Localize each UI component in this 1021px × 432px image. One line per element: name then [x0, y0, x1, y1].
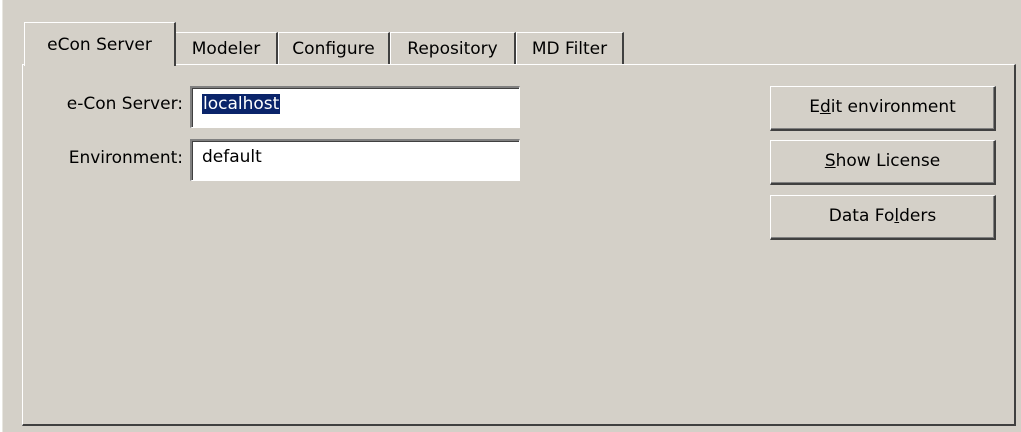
tab-modeler[interactable]: Modeler — [175, 32, 278, 65]
show-license-button[interactable]: Show License — [770, 140, 996, 185]
tab-label: Repository — [407, 39, 498, 59]
button-label-part: ders — [899, 206, 937, 226]
environment-label: Environment: — [68, 148, 183, 168]
button-label-part: E — [809, 97, 820, 117]
tab-label: MD Filter — [531, 39, 608, 59]
button-label-part: Data Fo — [828, 206, 895, 226]
tab-repository[interactable]: Repository — [390, 32, 516, 65]
tab-label: eCon Server — [47, 35, 152, 55]
server-label: e-Con Server: — [66, 94, 183, 114]
tab-econ-server[interactable]: eCon Server — [24, 22, 176, 66]
edit-environment-button[interactable]: Edit environment — [770, 86, 996, 131]
tab-label: Configure — [292, 39, 375, 59]
tab-configure[interactable]: Configure — [278, 32, 390, 65]
mnemonic-letter: S — [824, 151, 836, 171]
server-input[interactable]: localhost — [190, 86, 520, 128]
econ-server-panel: e-Con Server: localhost Environment: def… — [22, 64, 1016, 426]
button-label-part: how License — [835, 151, 941, 171]
tab-label: Modeler — [191, 39, 261, 59]
data-folders-button[interactable]: Data Folders — [770, 195, 996, 240]
mnemonic-letter: d — [819, 97, 831, 117]
button-label-part: it environment — [830, 97, 956, 117]
environment-input[interactable]: default — [190, 139, 520, 181]
environment-value: default — [202, 147, 262, 167]
tab-md-filter[interactable]: MD Filter — [516, 32, 624, 65]
window-edge — [0, 0, 3, 432]
server-value: localhost — [202, 94, 281, 114]
